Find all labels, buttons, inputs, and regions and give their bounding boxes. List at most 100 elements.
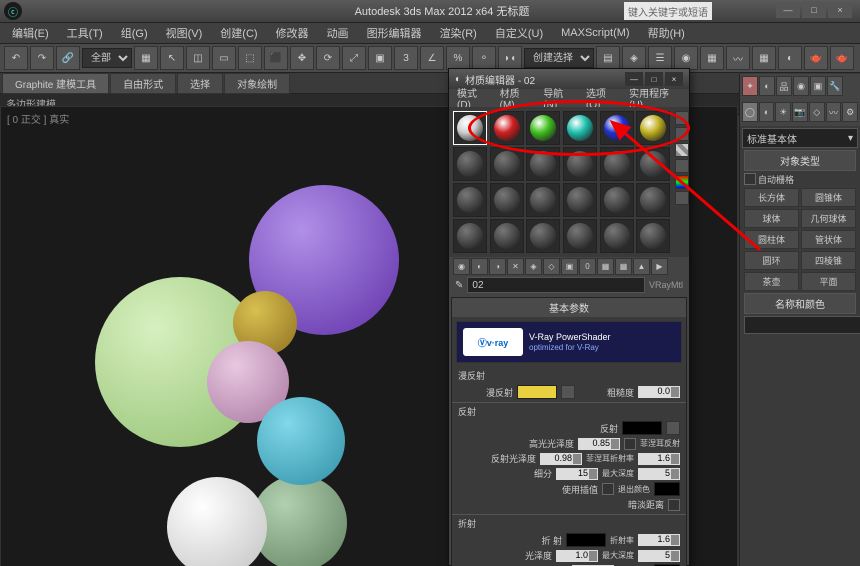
- menu-item[interactable]: 图形编辑器: [359, 23, 430, 43]
- background-button[interactable]: [675, 143, 689, 157]
- motion-tab[interactable]: ◉: [793, 76, 809, 96]
- geometry-category-dropdown[interactable]: 标准基本体▾: [742, 128, 858, 148]
- spacewarps-tab[interactable]: 〰: [826, 102, 842, 122]
- pick-icon[interactable]: ✎: [455, 280, 463, 291]
- diffuse-map-button[interactable]: [561, 385, 575, 399]
- snap-angle-button[interactable]: ∠: [420, 46, 444, 70]
- make-copy-button[interactable]: ◈: [525, 258, 542, 275]
- reset-button[interactable]: ✕: [507, 258, 524, 275]
- refl-maxd-spinner[interactable]: 5: [638, 468, 680, 480]
- material-slot[interactable]: [490, 219, 524, 253]
- menu-item[interactable]: 工具(T): [59, 23, 111, 43]
- viewport-sphere[interactable]: [167, 477, 267, 566]
- material-slot[interactable]: [526, 111, 560, 145]
- refract-ior-spinner[interactable]: 1.6: [638, 534, 680, 546]
- selection-set-dropdown[interactable]: 创建选择集: [524, 48, 594, 68]
- material-slot[interactable]: [636, 147, 670, 181]
- systems-tab[interactable]: ⚙: [842, 102, 858, 122]
- align-button[interactable]: ▤: [596, 46, 620, 70]
- material-slot[interactable]: [600, 147, 634, 181]
- create-object-button[interactable]: 圆柱体: [744, 230, 799, 249]
- geometry-tab[interactable]: ◯: [742, 102, 758, 122]
- render-button[interactable]: 🫖: [830, 46, 854, 70]
- tool-btn[interactable]: ⚬: [472, 46, 496, 70]
- layers-button[interactable]: ☰: [648, 46, 672, 70]
- assign-material-button[interactable]: ◑: [489, 258, 506, 275]
- render-setup-button[interactable]: 🫖: [804, 46, 828, 70]
- material-slot[interactable]: [490, 147, 524, 181]
- go-parent-button[interactable]: ▲: [633, 258, 650, 275]
- lights-tab[interactable]: ☀: [775, 102, 791, 122]
- material-slot[interactable]: [563, 111, 597, 145]
- undo-button[interactable]: ↶: [4, 46, 28, 70]
- ribbon-tab[interactable]: 自由形式: [110, 73, 176, 94]
- ribbon-tab[interactable]: Graphite 建模工具: [2, 73, 109, 94]
- dim-checkbox[interactable]: [668, 499, 680, 511]
- tool-btn[interactable]: ◫: [186, 46, 210, 70]
- tool-btn[interactable]: ◈: [622, 46, 646, 70]
- ribbon-tab[interactable]: 对象绘制: [224, 73, 290, 94]
- menu-item[interactable]: 创建(C): [212, 23, 265, 43]
- material-slot[interactable]: [453, 147, 487, 181]
- helpers-tab[interactable]: ◇: [809, 102, 825, 122]
- modify-tab[interactable]: ◐: [759, 76, 775, 96]
- material-slot[interactable]: [526, 147, 560, 181]
- refract-maxd-spinner[interactable]: 5: [638, 550, 680, 562]
- menu-item[interactable]: 视图(V): [158, 23, 211, 43]
- material-slot[interactable]: [526, 219, 560, 253]
- menu-item[interactable]: 自定义(U): [487, 23, 551, 43]
- menu-item[interactable]: 组(G): [113, 23, 156, 43]
- material-slot[interactable]: [636, 111, 670, 145]
- go-forward-button[interactable]: ▶: [651, 258, 668, 275]
- refl-gloss-spinner[interactable]: 0.98: [540, 453, 582, 465]
- create-object-button[interactable]: 球体: [744, 209, 799, 228]
- put-material-button[interactable]: ◐: [471, 258, 488, 275]
- fresnel-ior-spinner[interactable]: 1.6: [638, 453, 680, 465]
- refl-sub-spinner[interactable]: 15: [556, 468, 598, 480]
- display-tab[interactable]: ▣: [810, 76, 826, 96]
- minimize-button[interactable]: —: [776, 2, 800, 18]
- menu-item[interactable]: 动画: [319, 23, 357, 43]
- maximize-button[interactable]: □: [802, 2, 826, 18]
- tool-btn[interactable]: ▣: [368, 46, 392, 70]
- material-slot[interactable]: [600, 111, 634, 145]
- tool-btn[interactable]: ▭: [212, 46, 236, 70]
- rotate-button[interactable]: ⟳: [316, 46, 340, 70]
- material-slot[interactable]: [636, 183, 670, 217]
- material-id-button[interactable]: 0: [579, 258, 596, 275]
- select-button[interactable]: ↖: [160, 46, 184, 70]
- create-tab[interactable]: ✦: [742, 76, 758, 96]
- create-object-button[interactable]: 茶壶: [744, 272, 799, 291]
- lock-checkbox[interactable]: [624, 438, 636, 450]
- get-material-button[interactable]: ◉: [453, 258, 470, 275]
- curve-editor-button[interactable]: 〰: [726, 46, 750, 70]
- ribbon-tab[interactable]: 选择: [177, 73, 223, 94]
- put-library-button[interactable]: ▣: [561, 258, 578, 275]
- diffuse-color-swatch[interactable]: [517, 385, 557, 399]
- create-object-button[interactable]: 长方体: [744, 188, 799, 207]
- create-object-button[interactable]: 四棱锥: [801, 251, 856, 270]
- basic-params-header[interactable]: 基本参数: [452, 298, 686, 317]
- reflect-color-swatch[interactable]: [622, 421, 662, 435]
- material-editor-button[interactable]: ◐: [778, 46, 802, 70]
- tool-btn[interactable]: ▦: [700, 46, 724, 70]
- tool-btn[interactable]: ⬛: [264, 46, 288, 70]
- create-object-button[interactable]: 管状体: [801, 230, 856, 249]
- material-slot[interactable]: [490, 111, 524, 145]
- hierarchy-tab[interactable]: 品: [776, 76, 792, 96]
- cameras-tab[interactable]: 📷: [792, 102, 808, 122]
- create-object-button[interactable]: 平面: [801, 272, 856, 291]
- create-object-button[interactable]: 圆环: [744, 251, 799, 270]
- filter-dropdown[interactable]: 全部: [82, 48, 132, 68]
- me-maximize-button[interactable]: □: [645, 72, 663, 86]
- me-close-button[interactable]: ×: [665, 72, 683, 86]
- menu-item[interactable]: 帮助(H): [640, 23, 693, 43]
- material-slot[interactable]: [636, 219, 670, 253]
- material-name-input[interactable]: [467, 277, 645, 293]
- material-slot[interactable]: [563, 183, 597, 217]
- show-end-button[interactable]: ▦: [615, 258, 632, 275]
- material-slot[interactable]: [600, 219, 634, 253]
- move-button[interactable]: ✥: [290, 46, 314, 70]
- mirror-button[interactable]: ◗◖: [498, 46, 522, 70]
- tool-btn[interactable]: ▦: [134, 46, 158, 70]
